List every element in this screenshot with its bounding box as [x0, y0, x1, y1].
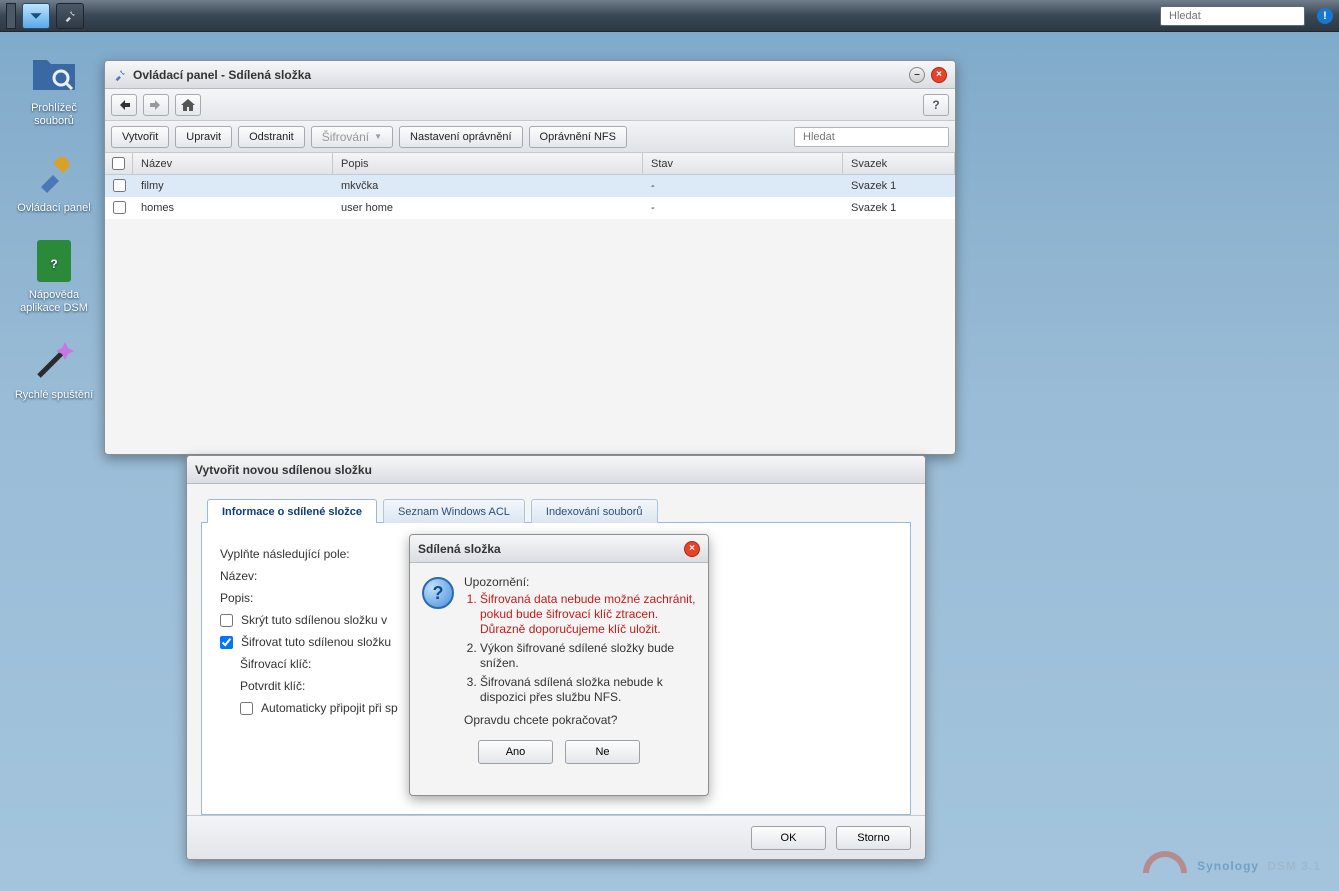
action-toolbar: Vytvořit Upravit Odstranit Šifrování▼ Na… — [105, 121, 955, 153]
tools-icon — [31, 151, 77, 197]
col-check[interactable] — [105, 153, 133, 174]
taskbar-search-input[interactable] — [1169, 10, 1311, 22]
dialog-footer: OK Storno — [187, 815, 925, 859]
taskbar-pin-button[interactable] — [6, 3, 16, 29]
tab-index[interactable]: Indexování souborů — [531, 499, 658, 523]
hide-checkbox[interactable] — [220, 614, 233, 627]
desktop-icon-help[interactable]: ? Nápověda aplikace DSM — [14, 237, 94, 315]
alert-heading: Upozornění: — [464, 575, 696, 590]
home-icon — [181, 99, 195, 111]
svg-text:?: ? — [50, 257, 57, 271]
alert-titlebar[interactable]: Sdílená složka × — [410, 535, 708, 563]
alert-title: Sdílená složka — [418, 542, 501, 556]
alert-content: Upozornění: Šifrovaná data nebude možné … — [464, 575, 696, 728]
minimize-button[interactable]: – — [909, 67, 925, 83]
edit-button[interactable]: Upravit — [175, 126, 232, 148]
dialog-title: Vytvořit novou sdílenou složku — [195, 463, 372, 477]
alert-footer: Ano Ne — [410, 740, 708, 776]
yes-button[interactable]: Ano — [478, 740, 553, 764]
question-icon: ? — [932, 98, 939, 112]
ok-button[interactable]: OK — [751, 826, 826, 850]
row-checkbox[interactable] — [113, 179, 126, 192]
brand-watermark: Synology DSM 3.1 — [1143, 846, 1321, 877]
grid-header: Název Popis Stav Svazek — [105, 153, 955, 175]
window-titlebar[interactable]: Ovládací panel - Sdílená složka – × — [105, 61, 955, 89]
gauge-icon — [1143, 851, 1187, 873]
chevron-down-icon — [29, 9, 43, 23]
row-checkbox[interactable] — [113, 201, 126, 214]
tab-acl[interactable]: Seznam Windows ACL — [383, 499, 525, 523]
tab-info[interactable]: Informace o sdílené složce — [207, 499, 377, 523]
taskbar-tools-button[interactable] — [56, 3, 84, 29]
alert-item-1: Šifrovaná data nebude možné zachránit, p… — [480, 592, 696, 637]
alert-item-3: Šifrovaná sdílená složka nebude k dispoz… — [480, 675, 696, 705]
create-button[interactable]: Vytvořit — [111, 126, 169, 148]
taskbar-menu-button[interactable] — [22, 3, 50, 29]
desktop-icon-quickstart[interactable]: Rychlé spuštění — [14, 337, 94, 402]
arrow-left-icon — [118, 100, 130, 110]
arrow-right-icon — [150, 100, 162, 110]
home-button[interactable] — [175, 94, 201, 116]
taskbar: ! — [0, 0, 1339, 32]
toolbar-search-input[interactable] — [803, 131, 945, 143]
nfs-permissions-button[interactable]: Oprávnění NFS — [529, 126, 627, 148]
desktop-icon-file-browser[interactable]: Prohlížeč souborů — [14, 50, 94, 128]
nav-toolbar: ? — [105, 89, 955, 121]
no-button[interactable]: Ne — [565, 740, 640, 764]
dialog-titlebar[interactable]: Vytvořit novou sdílenou složku — [187, 456, 925, 484]
col-desc[interactable]: Popis — [333, 153, 643, 174]
wand-icon — [31, 338, 77, 384]
help-book-icon: ? — [33, 238, 75, 284]
tabstrip: Informace o sdílené složce Seznam Window… — [201, 498, 911, 523]
close-button[interactable]: × — [931, 67, 947, 83]
encrypt-dropdown[interactable]: Šifrování▼ — [311, 126, 393, 148]
desktop-icon-control-panel[interactable]: Ovládací panel — [14, 150, 94, 215]
desktop-icons: Prohlížeč souborů Ovládací panel ? Nápov… — [14, 50, 94, 402]
help-button[interactable]: ? — [923, 94, 949, 116]
encrypt-checkbox[interactable] — [220, 636, 233, 649]
tools-icon — [113, 68, 127, 82]
alert-question: Opravdu chcete pokračovat? — [464, 713, 696, 728]
col-volume[interactable]: Svazek — [843, 153, 955, 174]
grid-body: filmy mkvčka - Svazek 1 homes user home … — [105, 175, 955, 219]
cancel-button[interactable]: Storno — [836, 826, 911, 850]
notification-badge[interactable]: ! — [1317, 8, 1333, 24]
taskbar-search[interactable] — [1160, 6, 1305, 26]
tools-icon — [63, 9, 77, 23]
col-state[interactable]: Stav — [643, 153, 843, 174]
delete-button[interactable]: Odstranit — [238, 126, 305, 148]
permissions-button[interactable]: Nastavení oprávnění — [399, 126, 523, 148]
toolbar-search[interactable] — [794, 127, 949, 147]
alert-dialog: Sdílená složka × ? Upozornění: Šifrovaná… — [409, 534, 709, 796]
automount-checkbox[interactable] — [240, 702, 253, 715]
select-all-checkbox[interactable] — [112, 157, 125, 170]
window-title: Ovládací panel - Sdílená složka — [133, 68, 311, 82]
alert-close-button[interactable]: × — [684, 541, 700, 557]
table-row[interactable]: homes user home - Svazek 1 — [105, 197, 955, 219]
col-name[interactable]: Název — [133, 153, 333, 174]
question-icon: ? — [422, 577, 454, 609]
folder-search-icon — [31, 54, 77, 94]
table-row[interactable]: filmy mkvčka - Svazek 1 — [105, 175, 955, 197]
chevron-down-icon: ▼ — [374, 132, 382, 141]
forward-button[interactable] — [143, 94, 169, 116]
back-button[interactable] — [111, 94, 137, 116]
alert-item-2: Výkon šifrované sdílené složky bude sníž… — [480, 641, 696, 671]
control-panel-window: Ovládací panel - Sdílená složka – × ? Vy… — [104, 60, 956, 455]
